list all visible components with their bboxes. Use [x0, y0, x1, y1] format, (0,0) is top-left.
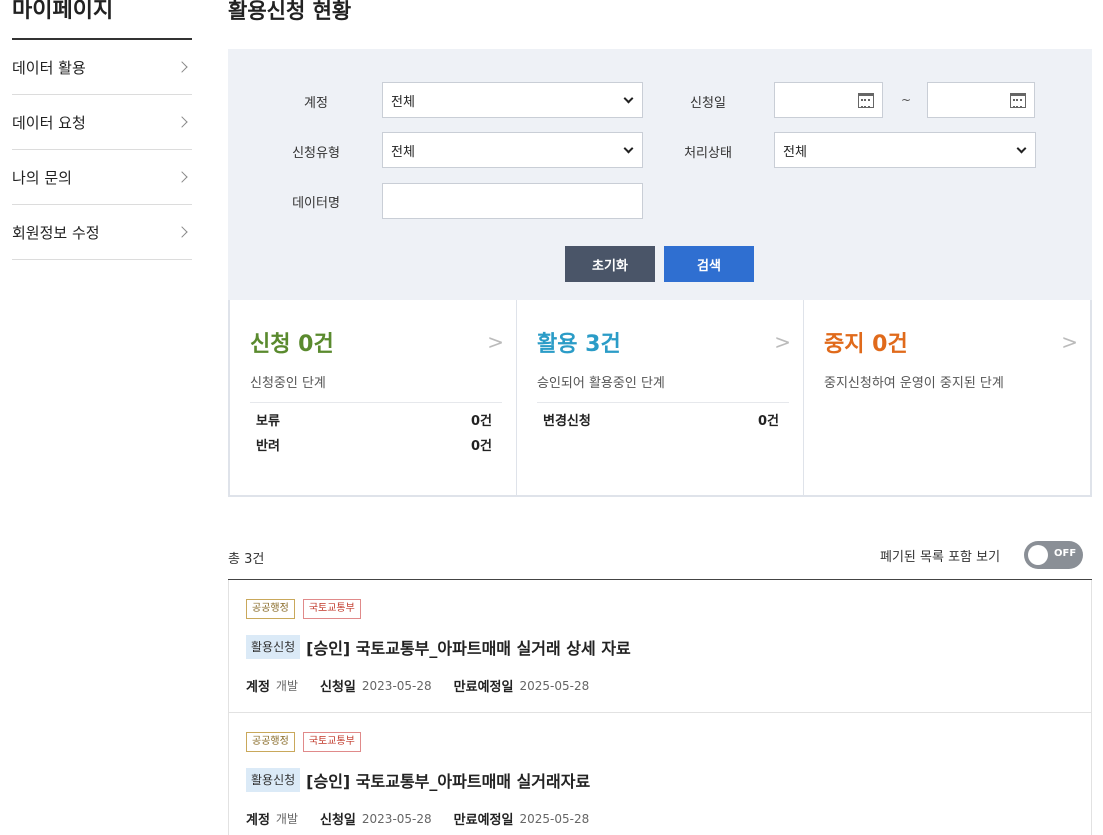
status-row-value: 0건	[470, 414, 492, 429]
arrow-right-icon[interactable]: >	[774, 330, 791, 354]
calendar-icon[interactable]	[858, 93, 874, 108]
sidebar-item-label: 나의 문의	[12, 168, 72, 187]
status-row: 반려 0건	[256, 434, 492, 459]
status-panel-use[interactable]: 활용 3건 > 승인되어 활용중인 단계 변경신청 0건	[517, 300, 804, 495]
status-apply-title: 신청 0건	[250, 332, 334, 357]
meta-value: 2025-05-28	[519, 678, 590, 693]
meta-value: 개발	[275, 679, 299, 693]
sidebar-item-label: 데이터 활용	[12, 58, 86, 77]
org-tag: 국토교통부	[302, 599, 361, 619]
status-use-title: 활용 3건	[537, 332, 621, 357]
status-row-label: 반려	[256, 439, 280, 454]
category-tag: 공공행정	[246, 599, 295, 619]
status-select-value: 전체	[783, 144, 807, 160]
meta-key: 만료예정일	[453, 813, 514, 828]
arrow-right-icon[interactable]: >	[487, 330, 504, 354]
meta-key: 신청일	[320, 813, 356, 828]
status-row-value: 0건	[757, 414, 779, 429]
item-title[interactable]: [승인] 국토교통부_아파트매매 실거래자료	[306, 768, 590, 792]
status-apply-desc: 신청중인 단계	[250, 372, 502, 403]
search-filter-panel: 계정 전체 신청일 ~ 신청유형 전체 처리상태 전체 데이터명 초기화 검색	[228, 49, 1092, 300]
status-panel-apply[interactable]: 신청 0건 > 신청중인 단계 보류 0건 반려 0건	[230, 300, 517, 495]
chevron-down-icon	[1016, 143, 1027, 153]
sidebar-title: 마이페이지	[12, 0, 114, 23]
status-stop-title: 중지 0건	[824, 332, 908, 357]
account-select[interactable]: 전체	[382, 82, 643, 118]
meta-value: 2025-05-28	[519, 811, 590, 826]
chevron-down-icon	[623, 93, 634, 103]
type-badge: 활용신청	[246, 635, 301, 659]
category-tag: 공공행정	[246, 732, 295, 752]
sidebar-item-label: 데이터 요청	[12, 113, 86, 132]
meta-value: 개발	[275, 812, 299, 826]
status-summary: 신청 0건 > 신청중인 단계 보류 0건 반려 0건 활용 3건 > 승인되어…	[228, 300, 1092, 497]
arrow-right-icon[interactable]: >	[1061, 330, 1078, 354]
status-row-value: 0건	[470, 439, 492, 454]
chevron-right-icon	[176, 171, 188, 183]
calendar-icon[interactable]	[1010, 93, 1026, 108]
chevron-down-icon	[623, 143, 634, 153]
toggle-knob	[1028, 545, 1048, 565]
sidebar-item-data-request[interactable]: 데이터 요청	[12, 95, 192, 150]
list-item[interactable]: 공공행정 국토교통부 활용신청 [승인] 국토교통부_아파트매매 실거래 상세 …	[228, 580, 1092, 713]
status-row: 보류 0건	[256, 409, 492, 434]
dataname-label: 데이터명	[292, 196, 340, 211]
type-label: 신청유형	[292, 146, 340, 161]
end-date-input[interactable]	[927, 82, 1035, 118]
start-date-input[interactable]	[774, 82, 883, 118]
page-title: 활용신청 현황	[228, 0, 352, 23]
search-button[interactable]: 검색	[664, 246, 754, 282]
apply-date-label: 신청일	[690, 96, 726, 111]
result-total: 총 3건	[228, 552, 265, 567]
type-select[interactable]: 전체	[382, 132, 643, 168]
account-select-value: 전체	[391, 94, 415, 110]
date-separator: ~	[901, 93, 912, 107]
meta-key: 신청일	[320, 680, 356, 695]
reset-button[interactable]: 초기화	[565, 246, 655, 282]
result-list: 공공행정 국토교통부 활용신청 [승인] 국토교통부_아파트매매 실거래 상세 …	[228, 579, 1092, 835]
meta-value: 2023-05-28	[361, 811, 432, 826]
meta-value: 2023-05-28	[361, 678, 432, 693]
toggle-state-text: OFF	[1054, 548, 1077, 559]
include-discarded-toggle[interactable]: OFF	[1024, 541, 1083, 569]
type-badge: 활용신청	[246, 768, 301, 792]
sidebar-item-edit-profile[interactable]: 회원정보 수정	[12, 205, 192, 260]
status-panel-stop[interactable]: 중지 0건 > 중지신청하여 운영이 중지된 단계	[804, 300, 1090, 495]
chevron-right-icon	[176, 61, 188, 73]
chevron-right-icon	[176, 226, 188, 238]
status-use-desc: 승인되어 활용중인 단계	[537, 372, 789, 403]
status-stop-desc: 중지신청하여 운영이 중지된 단계	[824, 376, 1004, 391]
chevron-right-icon	[176, 116, 188, 128]
status-select[interactable]: 전체	[774, 132, 1036, 168]
sidebar: 마이페이지 데이터 활용 데이터 요청 나의 문의 회원정보 수정	[12, 0, 192, 260]
item-title[interactable]: [승인] 국토교통부_아파트매매 실거래 상세 자료	[306, 635, 631, 659]
meta-key: 계정	[246, 680, 270, 695]
status-row-label: 변경신청	[543, 414, 591, 429]
org-tag: 국토교통부	[302, 732, 361, 752]
meta-key: 만료예정일	[453, 680, 514, 695]
sidebar-item-my-inquiry[interactable]: 나의 문의	[12, 150, 192, 205]
toggle-label: 폐기된 목록 포함 보기	[880, 550, 1001, 565]
status-row-label: 보류	[256, 414, 280, 429]
sidebar-item-data-use[interactable]: 데이터 활용	[12, 40, 192, 95]
account-label: 계정	[304, 96, 328, 111]
status-label: 처리상태	[684, 146, 732, 161]
status-row: 변경신청 0건	[543, 409, 779, 434]
meta-key: 계정	[246, 813, 270, 828]
dataname-input[interactable]	[382, 183, 643, 219]
list-item[interactable]: 공공행정 국토교통부 활용신청 [승인] 국토교통부_아파트매매 실거래자료 계…	[228, 713, 1092, 835]
sidebar-item-label: 회원정보 수정	[12, 223, 100, 242]
type-select-value: 전체	[391, 144, 415, 160]
